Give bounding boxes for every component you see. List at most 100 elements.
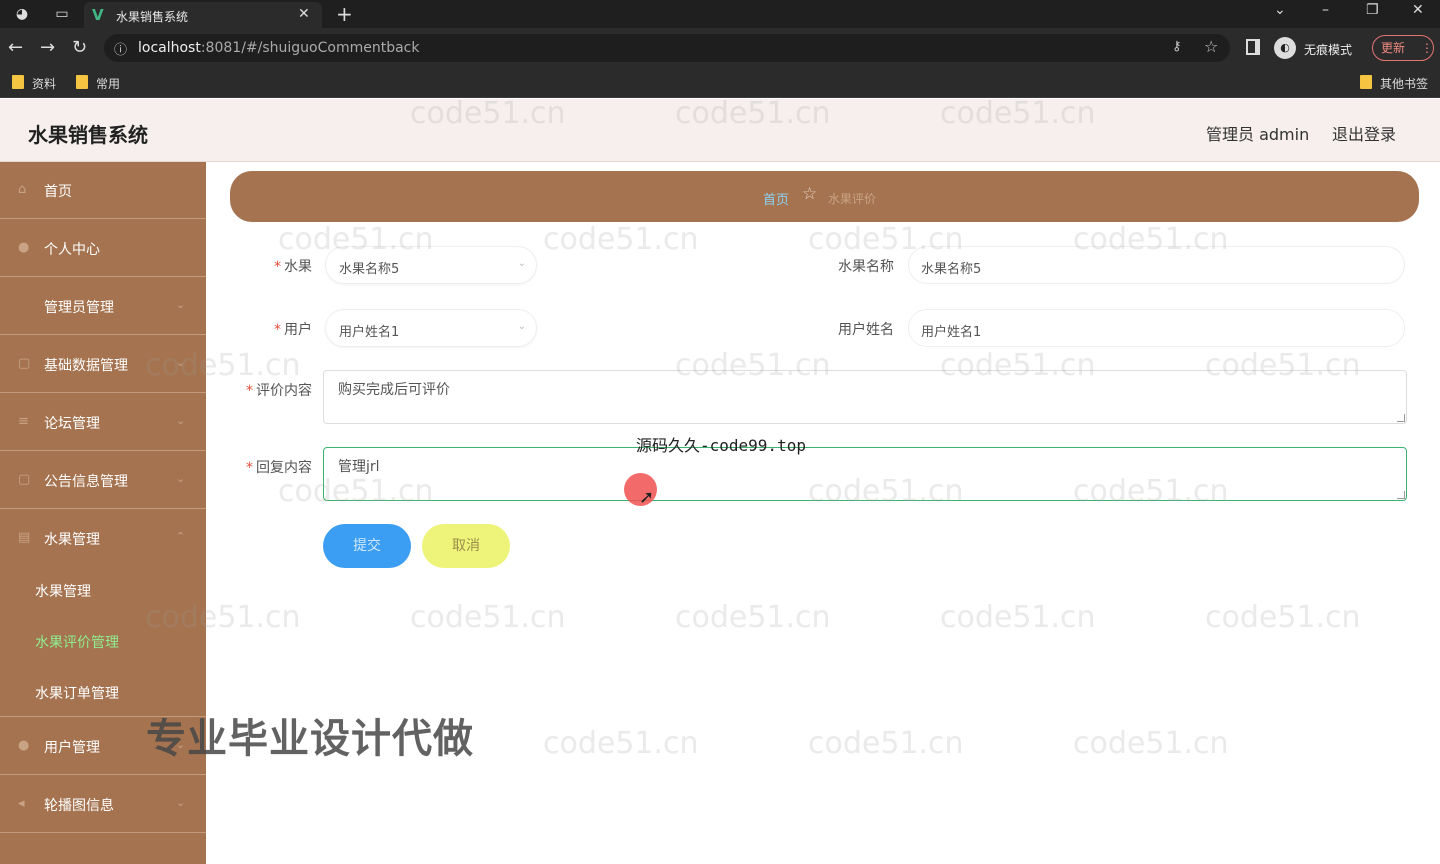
side-panel-icon[interactable] xyxy=(1246,39,1260,55)
source-overlay-text: 源码久久-code99.top xyxy=(636,436,806,455)
data-icon: ▢ xyxy=(18,356,31,371)
bookmark-folder-1[interactable]: 资料 xyxy=(10,75,56,92)
url-host: localhost xyxy=(138,40,201,56)
user-name-field[interactable]: 用户姓名1 xyxy=(908,309,1405,347)
sidebar-item-label: 个人中心 xyxy=(44,242,100,258)
browser-tab-bar: ◕ ▭ V 水果销售系统 ✕ + ⌄ – ❐ ✕ xyxy=(0,0,1440,28)
sidebar-item-label: 首页 xyxy=(44,184,72,200)
breadcrumb-current: 水果评价 xyxy=(828,192,877,206)
sidebar-item-home[interactable]: ⌂ 首页 xyxy=(0,162,206,219)
bookmark-folder-2[interactable]: 常用 xyxy=(74,75,120,92)
site-info-icon[interactable]: ⓘ xyxy=(114,39,127,58)
back-icon[interactable]: ← xyxy=(8,37,23,58)
update-button[interactable]: 更新 ⋮ xyxy=(1372,35,1434,61)
star-icon: ☆ xyxy=(802,184,818,204)
app-header: 水果销售系统 管理员 admin 退出登录 xyxy=(0,99,1440,162)
user-name-value: 用户姓名1 xyxy=(921,325,982,340)
user-select[interactable]: 用户姓名1 ⌄ xyxy=(325,309,537,347)
browser-menu-icon[interactable]: ◕ xyxy=(12,4,32,24)
vue-logo-icon: V xyxy=(92,6,104,24)
sidebar-item-base-data[interactable]: ▢ 基础数据管理 ⌄ xyxy=(0,336,206,393)
chevron-down-icon: ⌄ xyxy=(517,258,526,269)
user-icon: ● xyxy=(18,240,30,255)
more-menu-icon[interactable]: ⋮ xyxy=(1421,36,1433,60)
sidebar-item-label: 基础数据管理 xyxy=(44,358,128,374)
fruit-name-value: 水果名称5 xyxy=(921,262,982,277)
reply-value: 管理jrl xyxy=(338,459,380,475)
other-bookmarks[interactable]: 其他书签 xyxy=(1358,75,1428,92)
sidebar-item-label: 用户管理 xyxy=(44,740,100,756)
incognito-icon: ◐ xyxy=(1274,37,1296,59)
sidebar-item-label: 公告信息管理 xyxy=(44,474,128,490)
sidebar-item-label: 轮播图信息 xyxy=(44,798,114,814)
submit-button[interactable]: 提交 xyxy=(323,524,411,568)
admin-user-label: 管理员 admin xyxy=(1206,125,1310,144)
sidebar-subitem-label: 水果订单管理 xyxy=(35,686,119,702)
image-icon: ◂ xyxy=(18,796,25,811)
address-bar: ← → ↻ ⓘ localhost:8081/#/shuiguoCommentb… xyxy=(0,28,1440,68)
browser-tab[interactable]: V 水果销售系统 ✕ xyxy=(84,2,322,28)
new-tab-icon[interactable]: + xyxy=(336,2,353,26)
window-close-icon[interactable]: ✕ xyxy=(1412,2,1424,18)
fruit-select-label: * 水果 xyxy=(274,259,312,275)
forward-icon[interactable]: → xyxy=(40,37,55,58)
sidebar-item-label: 论坛管理 xyxy=(44,416,100,432)
sidebar-subitem-fruit-comments[interactable]: 水果评价管理 xyxy=(0,615,206,665)
user-icon: ● xyxy=(18,738,30,753)
chevron-down-icon: ⌄ xyxy=(176,796,186,809)
sidebar-item-fruits[interactable]: ▤ 水果管理 ⌃ xyxy=(0,510,206,567)
chevron-up-icon: ⌃ xyxy=(176,530,186,543)
incognito-label: 无痕模式 xyxy=(1304,43,1353,57)
user-name-label: 用户姓名 xyxy=(838,322,894,338)
reply-textarea[interactable]: 管理jrl xyxy=(323,447,1407,501)
mouse-cursor-icon: ➚ xyxy=(639,487,655,508)
reply-label: * 回复内容 xyxy=(246,460,312,476)
app-title: 水果销售系统 xyxy=(28,123,148,147)
chevron-down-icon: ⌄ xyxy=(517,321,526,332)
update-label: 更新 xyxy=(1381,41,1406,55)
breadcrumb: 首页 ☆ 水果评价 xyxy=(230,171,1419,222)
resize-grip-icon[interactable] xyxy=(1397,491,1405,499)
sidebar-item-label: 水果管理 xyxy=(44,532,100,548)
reload-icon[interactable]: ↻ xyxy=(72,37,87,58)
grid-icon: ▤ xyxy=(18,530,31,545)
restore-icon[interactable]: ❐ xyxy=(1366,2,1379,18)
home-icon: ⌂ xyxy=(18,182,27,197)
tab-list-chevron-icon[interactable]: ⌄ xyxy=(1274,2,1286,18)
sidebar-subitem-label: 水果评价管理 xyxy=(35,635,119,651)
tab-search-icon[interactable]: ▭ xyxy=(52,4,72,24)
promo-overlay-text: 专业毕业设计代做 xyxy=(146,716,474,762)
tab-close-icon[interactable]: ✕ xyxy=(298,6,310,22)
cancel-button[interactable]: 取消 xyxy=(422,524,510,568)
sidebar-item-admins[interactable]: 管理员管理 ⌄ xyxy=(0,278,206,335)
sidebar-item-carousel[interactable]: ◂ 轮播图信息 ⌄ xyxy=(0,776,206,833)
logout-link[interactable]: 退出登录 xyxy=(1332,121,1396,145)
folder-icon xyxy=(76,75,88,89)
folder-icon xyxy=(1360,75,1372,89)
comment-textarea[interactable]: 购买完成后可评价 xyxy=(323,370,1407,424)
sidebar-subitem-fruit-manage[interactable]: 水果管理 xyxy=(0,564,206,614)
fruit-select-value: 水果名称5 xyxy=(339,262,400,277)
sidebar-item-profile[interactable]: ● 个人中心 xyxy=(0,220,206,277)
sidebar-item-notices[interactable]: ▢ 公告信息管理 ⌄ xyxy=(0,452,206,509)
fruit-name-label: 水果名称 xyxy=(838,259,894,275)
url-path: :8081/#/shuiguoCommentback xyxy=(200,40,420,56)
incognito-profile[interactable]: ◐ 无痕模式 xyxy=(1274,35,1352,61)
list-icon: ≡ xyxy=(18,414,29,429)
sidebar-item-forum[interactable]: ≡ 论坛管理 ⌄ xyxy=(0,394,206,451)
url-input[interactable]: ⓘ localhost:8081/#/shuiguoCommentback ⚷ … xyxy=(104,34,1230,62)
sidebar-item-label: 管理员管理 xyxy=(44,300,114,316)
fruit-name-field[interactable]: 水果名称5 xyxy=(908,246,1405,284)
chevron-down-icon: ⌄ xyxy=(176,414,186,427)
chevron-down-icon: ⌄ xyxy=(176,298,186,311)
comment-label: * 评价内容 xyxy=(246,383,312,399)
fruit-select[interactable]: 水果名称5 ⌄ xyxy=(325,246,537,284)
resize-grip-icon[interactable] xyxy=(1397,414,1405,422)
folder-icon xyxy=(12,75,24,89)
comment-value: 购买完成后可评价 xyxy=(338,382,450,398)
sidebar-subitem-label: 水果管理 xyxy=(35,584,91,600)
breadcrumb-home-link[interactable]: 首页 xyxy=(763,189,789,208)
bookmark-star-icon[interactable]: ☆ xyxy=(1204,37,1218,56)
password-key-icon[interactable]: ⚷ xyxy=(1172,39,1182,54)
minimize-icon[interactable]: – xyxy=(1322,2,1329,18)
